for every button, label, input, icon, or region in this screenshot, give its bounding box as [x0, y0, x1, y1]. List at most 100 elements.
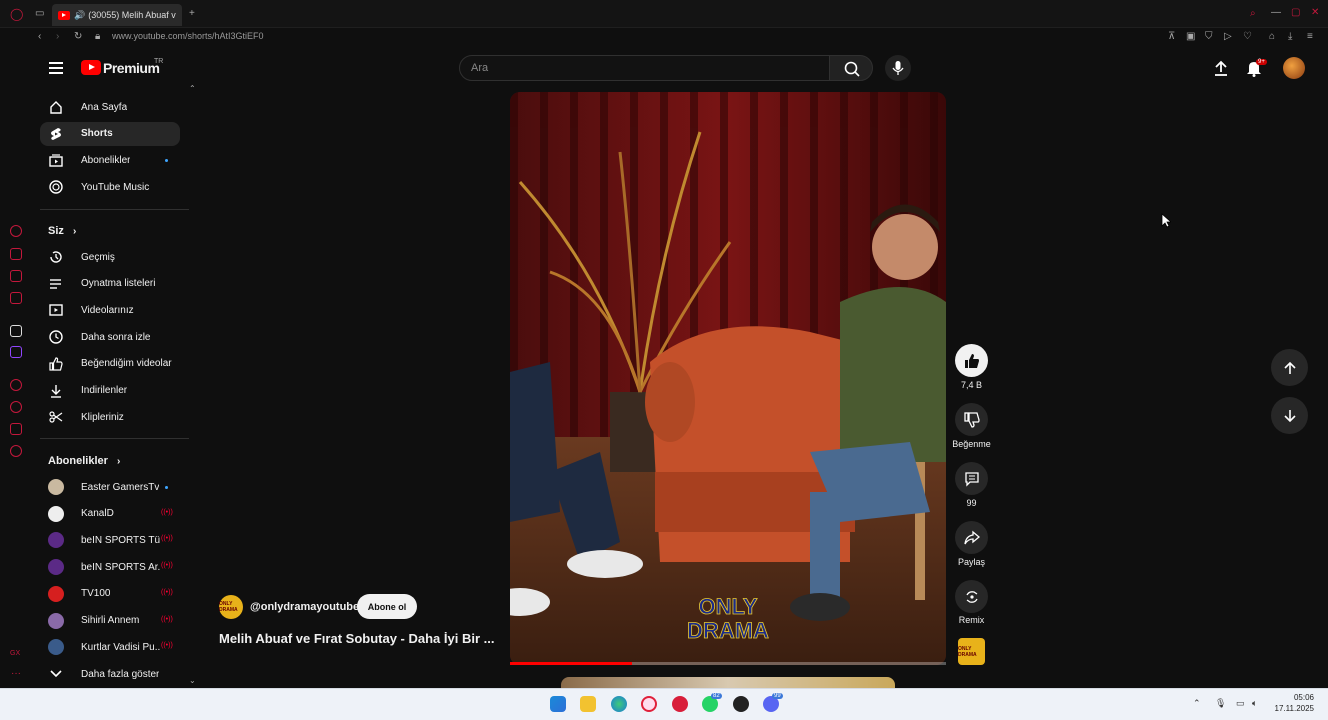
- sidebar-item-label: Geçmiş: [81, 251, 115, 263]
- youtube-music-icon[interactable]: [672, 696, 688, 712]
- search-input[interactable]: Ara: [459, 55, 830, 81]
- chevron-right-icon: ›: [116, 456, 121, 467]
- show-more-button[interactable]: Daha fazla göster: [40, 662, 180, 686]
- subscriptions-icon: [49, 153, 63, 168]
- extensions-icon[interactable]: [10, 423, 22, 435]
- upload-icon[interactable]: [1212, 59, 1230, 77]
- ai-icon[interactable]: [10, 248, 22, 260]
- video-title[interactable]: Melih Abuaf ve Fırat Sobutay - Daha İyi …: [219, 631, 501, 646]
- opera-gx-icon[interactable]: [641, 696, 657, 712]
- opera-logo-icon[interactable]: ◯: [10, 7, 23, 21]
- sidebar-item-daha-sonra-izle[interactable]: Daha sonra izle: [40, 325, 180, 349]
- previous-short-button[interactable]: [1271, 349, 1308, 386]
- twitch-icon[interactable]: [10, 346, 22, 358]
- heart-icon[interactable]: ♡: [1243, 31, 1252, 42]
- search-button[interactable]: [829, 55, 873, 81]
- snapshot-icon[interactable]: ▣: [1186, 31, 1195, 42]
- sidebar-divider: [40, 209, 189, 210]
- section-subscriptions-header[interactable]: Abonelikler ›: [48, 455, 120, 467]
- sidebar-item-ana-sayfa[interactable]: Ana Sayfa: [40, 95, 180, 119]
- sidebar-item-videolarınız[interactable]: Videolarınız: [40, 298, 180, 322]
- sidebar-item-label: Oynatma listeleri: [81, 278, 156, 290]
- volume-icon[interactable]: 🔈︎: [1252, 698, 1257, 709]
- logo-text[interactable]: Premium: [103, 60, 160, 76]
- short-video-player[interactable]: ONLY DRAMA: [510, 92, 946, 665]
- edge-icon[interactable]: [611, 696, 627, 712]
- subscription-item[interactable]: KanalD: [40, 502, 180, 526]
- back-icon[interactable]: ‹: [38, 31, 41, 42]
- subscription-item[interactable]: Sihirli Annem: [40, 609, 180, 633]
- subscribe-button[interactable]: Abone ol: [357, 594, 417, 619]
- channel-name[interactable]: @onlydramayoutube: [250, 601, 359, 613]
- network-icon[interactable]: ▭: [1236, 698, 1245, 709]
- channel-avatar: [48, 532, 64, 549]
- subscription-item[interactable]: beIN SPORTS Tü...: [40, 528, 180, 552]
- history-sidebar-icon[interactable]: [10, 401, 22, 413]
- player-icon[interactable]: [10, 379, 22, 391]
- sidebar-item-klipleriniz[interactable]: Klipleriniz: [40, 405, 180, 429]
- more-icon[interactable]: ···: [11, 668, 21, 679]
- subscription-item[interactable]: beIN SPORTS Ar...: [40, 555, 180, 579]
- close-icon[interactable]: ✕: [1311, 7, 1319, 18]
- dislike-button[interactable]: [955, 403, 988, 436]
- steam-icon[interactable]: [733, 696, 749, 712]
- aria-icon[interactable]: [10, 225, 22, 237]
- your-videos-icon: [49, 303, 63, 317]
- video-progress-bar[interactable]: [510, 662, 946, 665]
- subscription-item[interactable]: Easter GamersTv: [40, 475, 180, 499]
- tab-islands-icon[interactable]: ▭: [35, 8, 44, 19]
- tray-overflow-icon[interactable]: ⌃: [1193, 698, 1201, 709]
- comments-button[interactable]: [955, 462, 988, 495]
- maximize-icon[interactable]: ▢: [1291, 7, 1300, 18]
- mic-tray-icon[interactable]: 🎙︎: [1215, 698, 1226, 709]
- sidebar-item-i-ndirilenler[interactable]: İndirilenler: [40, 379, 180, 403]
- next-short-button[interactable]: [1271, 397, 1308, 434]
- subscription-item[interactable]: Kurtlar Vadisi Pu...: [40, 635, 180, 659]
- file-explorer-icon[interactable]: [580, 696, 596, 712]
- testflight-icon[interactable]: [10, 325, 22, 337]
- mail-icon[interactable]: [10, 292, 22, 304]
- shield-icon[interactable]: ⛉: [1205, 31, 1213, 42]
- sidebar-item-geçmiş[interactable]: Geçmiş: [40, 245, 180, 269]
- play-icon[interactable]: ▷: [1224, 31, 1232, 42]
- messenger-icon[interactable]: [10, 270, 22, 282]
- live-icon: ((•)): [161, 588, 173, 596]
- new-tab-icon[interactable]: +: [189, 8, 195, 19]
- sidebar-item-abonelikler[interactable]: Abonelikler: [40, 148, 180, 172]
- share-button[interactable]: [955, 521, 988, 554]
- scroll-up-icon[interactable]: ⌃: [189, 84, 196, 93]
- clock-date: 17.11.2025: [1274, 704, 1314, 713]
- pin-icon[interactable]: ⊼: [1168, 31, 1175, 42]
- remix-icon: [965, 590, 978, 603]
- sidebar-item-shorts[interactable]: Shorts: [40, 121, 180, 146]
- url-text[interactable]: www.youtube.com/shorts/hAtI3GtiEF0: [112, 31, 264, 41]
- wallet-icon[interactable]: ⌂: [1269, 31, 1275, 42]
- remix-button[interactable]: [955, 580, 988, 613]
- avatar[interactable]: [1283, 57, 1305, 79]
- menu-icon[interactable]: ≡: [1307, 31, 1313, 42]
- scroll-down-icon[interactable]: ⌄: [189, 676, 196, 685]
- gx-icon[interactable]: GX: [10, 650, 20, 657]
- sidebar-item-beğendiğim-videolar[interactable]: Beğendiğim videolar: [40, 352, 180, 376]
- youtube-logo-icon[interactable]: [81, 60, 101, 75]
- next-short-preview[interactable]: [561, 677, 895, 688]
- sidebar-item-oynatma-listeleri[interactable]: Oynatma listeleri: [40, 272, 180, 296]
- guide-menu-icon[interactable]: [49, 62, 63, 77]
- voice-search-button[interactable]: [885, 55, 911, 81]
- forward-icon[interactable]: ›: [56, 31, 59, 42]
- channel-avatar[interactable]: ONLY DRAMA: [219, 595, 243, 619]
- tab-youtube[interactable]: 🔊 (30055) Melih Abuaf v: [52, 4, 182, 26]
- settings-icon[interactable]: [10, 445, 22, 457]
- clock[interactable]: 05:06 17.11.2025: [1275, 692, 1314, 714]
- channel-avatar: [48, 585, 64, 602]
- search-tabs-icon[interactable]: ⌕: [1250, 8, 1256, 19]
- sidebar-item-youtube-music[interactable]: YouTube Music: [40, 175, 180, 199]
- like-button[interactable]: [955, 344, 988, 377]
- subscription-item[interactable]: TV100: [40, 582, 180, 606]
- section-you-header[interactable]: Siz ›: [48, 225, 76, 237]
- downloads-icon[interactable]: ⤓: [1288, 31, 1292, 42]
- sound-thumbnail[interactable]: ONLY DRAMA: [958, 638, 985, 665]
- minimize-icon[interactable]: —: [1271, 7, 1281, 18]
- windows-start-icon[interactable]: [550, 696, 566, 712]
- reload-icon[interactable]: ↻: [74, 31, 82, 42]
